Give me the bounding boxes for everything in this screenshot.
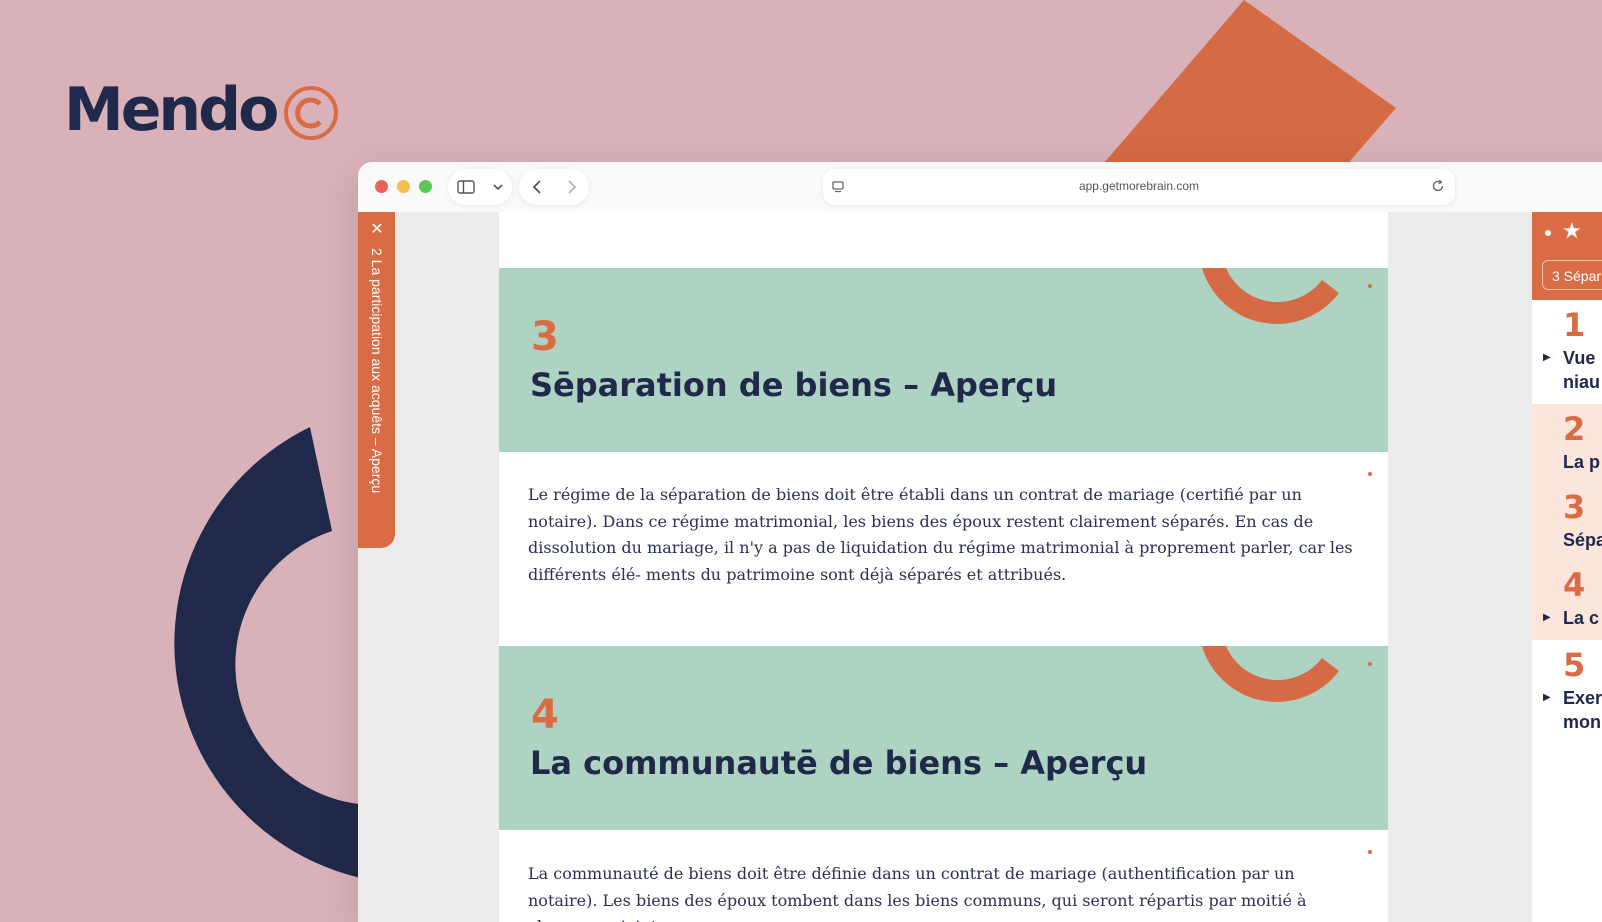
chapter-number: 1 xyxy=(1563,306,1586,344)
chapter-label: La p xyxy=(1563,452,1601,472)
minimize-window-button[interactable] xyxy=(397,180,410,193)
current-chapter-chip[interactable]: 3 Sépar xyxy=(1542,260,1602,290)
page-content: ✕ 2 La participation aux acquêts – Aperç… xyxy=(358,212,1602,922)
expand-arrow-icon[interactable]: ▶ xyxy=(1543,612,1551,623)
decor-dot xyxy=(1368,662,1372,666)
browser-window: app.getmorebrain.com ✕ 2 La participatio… xyxy=(358,162,1602,922)
previous-chapter-label: 2 La participation aux acquêts – Aperçu xyxy=(369,248,385,494)
chapter-item-5[interactable]: 5 ▶ Exer mon xyxy=(1532,640,1602,744)
chapter-label: niau xyxy=(1563,372,1601,392)
section-number: 3 xyxy=(531,314,559,360)
chapter-label: Sépa xyxy=(1563,530,1602,550)
logo-c-mark-icon xyxy=(284,86,339,140)
chapter-item-4[interactable]: 4 ▶ La c xyxy=(1532,560,1602,640)
url-text: app.getmorebrain.com xyxy=(1078,179,1200,193)
decor-dot xyxy=(1368,284,1372,288)
maximize-window-button[interactable] xyxy=(419,180,432,193)
star-icon[interactable]: ★ xyxy=(1562,218,1582,244)
decor-dot xyxy=(1368,850,1372,854)
c-decoration-shape xyxy=(1202,646,1339,702)
chapter-label: Vue xyxy=(1563,348,1596,368)
previous-chapter-tab[interactable]: ✕ 2 La participation aux acquêts – Aperç… xyxy=(358,212,395,548)
section-title: Sēparation de biens – Aperçu xyxy=(530,366,1058,404)
chapter-number: 3 xyxy=(1563,488,1586,526)
expand-arrow-icon[interactable]: ▶ xyxy=(1543,352,1551,363)
chapter-item-1[interactable]: 1 ▶ Vue niau xyxy=(1532,300,1602,404)
chapter-number: 4 xyxy=(1563,566,1586,604)
browser-toolbar: app.getmorebrain.com xyxy=(358,162,1602,213)
c-decoration-shape xyxy=(1202,268,1339,324)
chapter-item-2[interactable]: 2 La p xyxy=(1532,404,1602,482)
chevron-down-icon[interactable] xyxy=(493,183,503,191)
section-title: La communautē de biens – Aperçu xyxy=(530,744,1148,782)
navigation-buttons xyxy=(519,169,589,205)
decor-dot xyxy=(1368,472,1372,476)
forward-arrow-icon[interactable] xyxy=(567,179,577,195)
chapter-navigation-panel: ★ 3 Sépar 1 ▶ Vue niau 2 La p 3 Sépa 4 ▶… xyxy=(1532,212,1602,922)
close-icon[interactable]: ✕ xyxy=(367,220,387,240)
chapter-label: Exer xyxy=(1563,688,1602,708)
section-body: Le régime de la séparation de biens doit… xyxy=(528,485,1353,584)
chapter-label: mon xyxy=(1563,712,1601,732)
sidebar-toggle-group xyxy=(448,169,512,205)
chapter-number: 5 xyxy=(1563,646,1586,684)
section-number: 4 xyxy=(531,692,559,738)
sidebar-toggle-icon[interactable] xyxy=(457,180,475,194)
menu-dot-icon[interactable] xyxy=(1545,230,1551,236)
panel-header: ★ 3 Sépar xyxy=(1532,212,1602,300)
expand-arrow-icon[interactable]: ▶ xyxy=(1543,692,1551,703)
close-window-button[interactable] xyxy=(375,180,388,193)
back-arrow-icon[interactable] xyxy=(532,179,542,195)
section-header-4: 4 La communautē de biens – Aperçu xyxy=(499,646,1388,830)
address-bar[interactable]: app.getmorebrain.com xyxy=(823,169,1455,205)
section-header-3: 3 Sēparation de biens – Aperçu xyxy=(499,268,1388,452)
document-page: 3 Sēparation de biens – Aperçu Le régime… xyxy=(499,212,1388,922)
logo-wordmark: Mendo xyxy=(64,75,279,145)
reload-icon[interactable] xyxy=(1431,179,1445,193)
chapter-number: 2 xyxy=(1563,410,1586,448)
chapter-label: La c xyxy=(1563,608,1600,628)
section-body: La communauté de biens doit être définie… xyxy=(528,864,1307,922)
mendo-logo: Mendo xyxy=(64,70,340,150)
chapter-item-3[interactable]: 3 Sépa xyxy=(1532,482,1602,560)
